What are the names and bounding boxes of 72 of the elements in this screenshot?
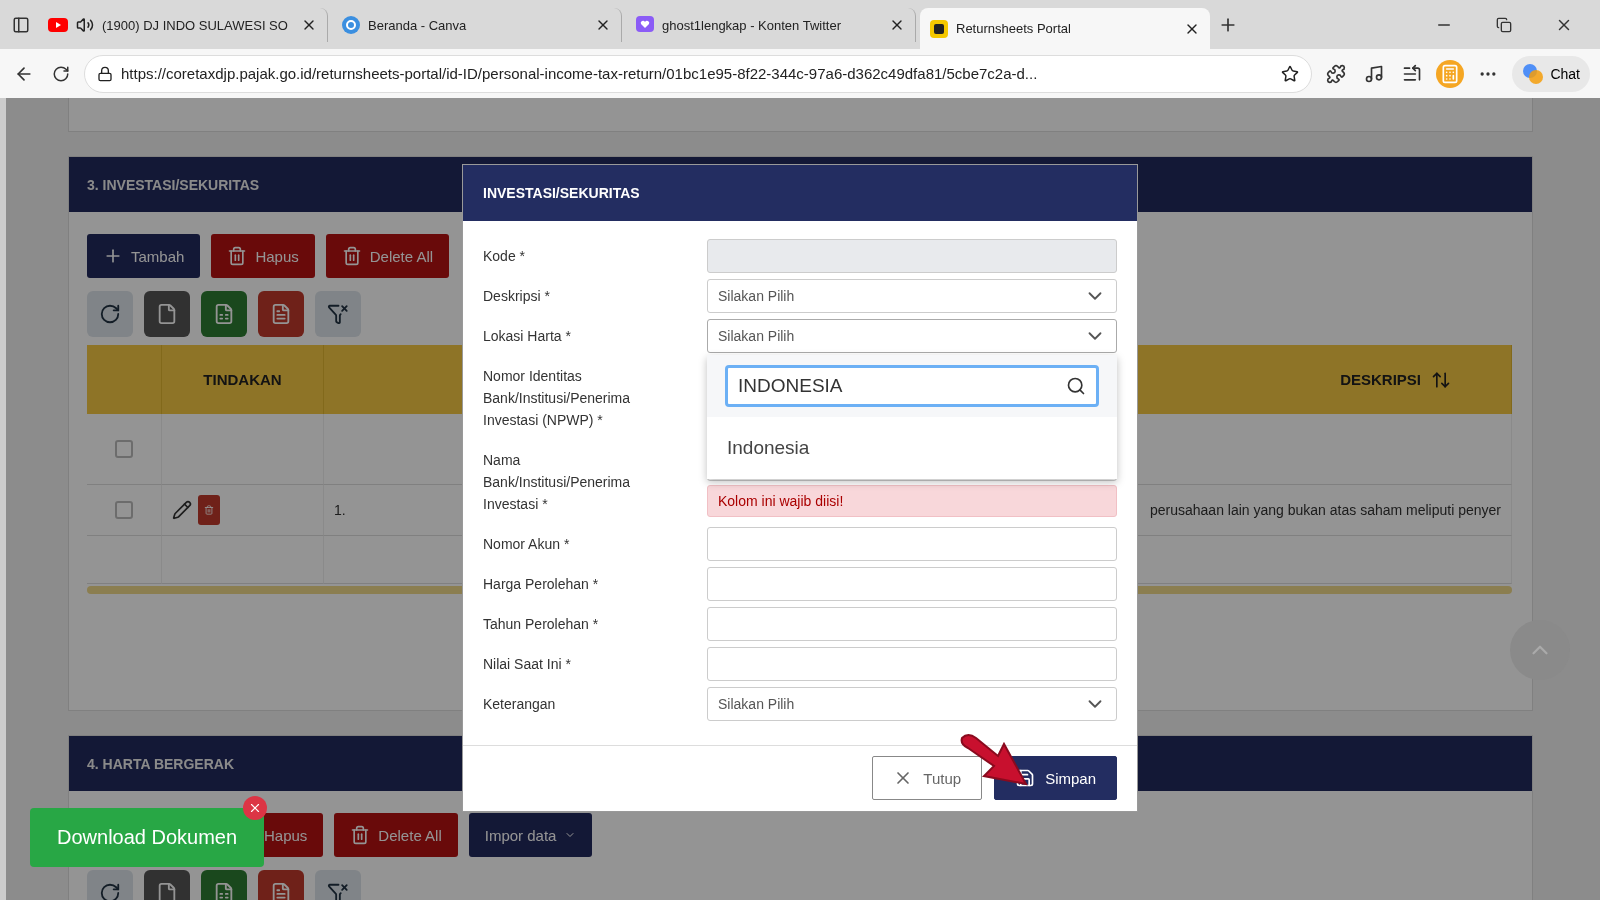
add-button[interactable]: Tambah — [87, 234, 201, 278]
placeholder-text: Silakan Pilih — [718, 696, 795, 712]
select-field[interactable]: Silakan Pilih — [707, 687, 1117, 721]
refresh-icon — [99, 303, 121, 325]
heart-chat-icon — [636, 16, 654, 34]
file-icon — [156, 882, 178, 900]
table-header: TINDAKAN — [162, 345, 324, 414]
input-field[interactable] — [707, 607, 1117, 641]
field-label: Deskripsi * — [483, 287, 551, 306]
field-label: Harga Perolehan * — [483, 575, 600, 594]
select-field[interactable]: Silakan Pilih — [707, 279, 1117, 313]
close-button[interactable]: Tutup — [872, 756, 983, 800]
field-label: Nomor Identitas Bank/Institusi/Penerima Investasi (NPWP) * — [483, 367, 632, 430]
spreadsheet-icon — [213, 303, 235, 325]
toolbar-button[interactable] — [87, 291, 133, 337]
checkbox[interactable] — [115, 440, 133, 458]
search-icon — [1066, 376, 1086, 396]
document-icon — [270, 303, 292, 325]
refresh-icon — [99, 882, 121, 900]
search-field[interactable]: INDONESIA — [725, 365, 1099, 407]
browser-tab[interactable]: ghost1lengkap - Konten Twitter — [626, 8, 916, 42]
field-label: Keterangan — [483, 695, 557, 714]
checkbox[interactable] — [115, 501, 133, 519]
field-label: Nilai Saat Ini * — [483, 655, 572, 674]
filter-clear-icon — [327, 303, 349, 325]
toolbar-button[interactable] — [201, 291, 247, 337]
file-icon — [156, 303, 178, 325]
error-message: Kolom ini wajib diisi! — [707, 485, 1117, 517]
lock-icon — [97, 65, 113, 82]
input-field[interactable] — [707, 527, 1117, 561]
placeholder-text: Silakan Pilih — [718, 328, 795, 344]
close-icon — [248, 801, 262, 815]
video-play-icon — [48, 18, 68, 32]
sparkle-logo-icon — [1522, 62, 1545, 85]
browser-tab[interactable]: (1900) DJ INDO SULAWESI SO — [38, 8, 328, 42]
address-bar[interactable]: https://coretaxdjp.pajak.go.id/returnsheets-portal/id-ID/personal-income-tax-return/01bc1e95-8f22-344c-97a6-d362c49dfa81/5cbe7c2a-d... — [84, 54, 1313, 93]
filter-clear-icon — [327, 882, 349, 900]
column-title: DESKRIPSI — [1340, 371, 1421, 388]
placeholder-text: Silakan Pilih — [718, 288, 795, 304]
search-value: INDONESIA — [738, 375, 843, 397]
chat-button[interactable]: Chat — [1512, 55, 1590, 92]
modal-title: INVESTASI/SEKURITAS — [463, 165, 1137, 221]
square-logo-icon — [930, 19, 948, 38]
delete-button[interactable] — [198, 495, 220, 525]
select-field[interactable]: Silakan Pilih — [707, 319, 1117, 353]
speaker-icon — [76, 16, 94, 34]
field-label: Lokasi Harta * — [483, 327, 572, 346]
toolbar-button[interactable] — [258, 291, 304, 337]
favorite-star-icon[interactable] — [1281, 64, 1300, 83]
trash-icon — [350, 825, 371, 845]
circle-logo-icon — [342, 16, 360, 34]
browser-tab[interactable]: Beranda - Canva — [332, 8, 622, 42]
browser-tab[interactable]: Returnsheets Portal — [920, 8, 1210, 49]
trash-icon — [341, 246, 362, 266]
trash-icon — [204, 502, 214, 518]
dropdown-option[interactable]: Indonesia — [707, 417, 1117, 479]
spreadsheet-icon — [213, 882, 235, 900]
toolbar-button[interactable] — [144, 291, 190, 337]
input-field[interactable] — [707, 239, 1117, 273]
delete-button[interactable]: Hapus — [211, 234, 315, 278]
trash-icon — [227, 246, 248, 266]
field-label: Nomor Akun * — [483, 535, 571, 554]
delete-button[interactable]: Delete All — [334, 813, 458, 857]
field-label: Tahun Perolehan * — [483, 615, 600, 634]
input-field[interactable] — [707, 647, 1117, 681]
edit-icon[interactable] — [172, 500, 192, 520]
toolbar-button[interactable] — [315, 291, 361, 337]
input-field[interactable] — [707, 567, 1117, 601]
delete-button[interactable]: Delete All — [325, 234, 450, 278]
field-label: Kode * — [483, 247, 527, 266]
document-icon — [270, 882, 292, 900]
dropdown-button[interactable]: Impor data — [468, 813, 593, 857]
